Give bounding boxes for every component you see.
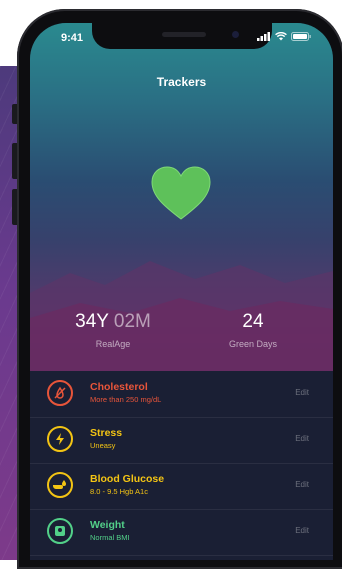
tracker-row-weight[interactable]: Weight Normal BMI Edit bbox=[30, 509, 333, 556]
edit-button[interactable]: Edit bbox=[295, 526, 309, 535]
tracker-name: Weight bbox=[90, 519, 125, 531]
wifi-icon bbox=[275, 32, 287, 41]
green-days-stat: 24 Green Days bbox=[198, 311, 308, 349]
tracker-detail: Normal BMI bbox=[90, 533, 130, 542]
real-age-months: 02M bbox=[113, 311, 151, 332]
no-fat-icon bbox=[47, 380, 73, 406]
real-age-label: RealAge bbox=[95, 339, 131, 349]
status-time: 9:41 bbox=[61, 32, 84, 44]
real-age-stat: 34Y 02M RealAge bbox=[58, 311, 168, 349]
tracker-name: Blood Glucose bbox=[90, 473, 165, 485]
real-age-value: 34Y 02M bbox=[58, 311, 168, 333]
edit-button[interactable]: Edit bbox=[295, 480, 309, 489]
real-age-years: 34Y bbox=[75, 311, 109, 332]
tracker-row-blood-glucose[interactable]: Blood Glucose 8.0 - 9.5 Hgb A1c Edit bbox=[30, 463, 333, 510]
status-icons bbox=[257, 32, 311, 41]
front-camera bbox=[232, 31, 239, 38]
signal-icon bbox=[257, 32, 270, 41]
device-notch bbox=[92, 23, 272, 49]
mountain-silhouette bbox=[30, 261, 333, 373]
green-days-label: Green Days bbox=[228, 339, 278, 349]
edit-button[interactable]: Edit bbox=[295, 434, 309, 443]
tracker-detail: 8.0 - 9.5 Hgb A1c bbox=[90, 487, 148, 496]
tracker-row-stress[interactable]: Stress Uneasy Edit bbox=[30, 417, 333, 464]
finger-prick-icon bbox=[47, 472, 73, 498]
tracker-name: Stress bbox=[90, 427, 123, 439]
scale-icon bbox=[47, 518, 73, 544]
tracker-detail: Uneasy bbox=[90, 441, 116, 450]
lightning-icon bbox=[47, 426, 73, 452]
tracker-detail: More than 250 mg/dL bbox=[90, 395, 162, 404]
battery-icon bbox=[291, 32, 311, 41]
page-title: Trackers bbox=[156, 75, 207, 89]
heart-icon[interactable] bbox=[150, 165, 212, 221]
app-screen: 9:41 Trackers 34Y 02M RealAge 24 Green D… bbox=[30, 23, 333, 560]
tracker-name: Cholesterol bbox=[90, 381, 148, 393]
tracker-list: Cholesterol More than 250 mg/dL Edit Str… bbox=[30, 371, 333, 560]
speaker bbox=[162, 32, 206, 37]
green-days-value: 24 bbox=[242, 311, 264, 332]
edit-button[interactable]: Edit bbox=[295, 388, 309, 397]
tracker-row-cholesterol[interactable]: Cholesterol More than 250 mg/dL Edit bbox=[30, 371, 333, 418]
